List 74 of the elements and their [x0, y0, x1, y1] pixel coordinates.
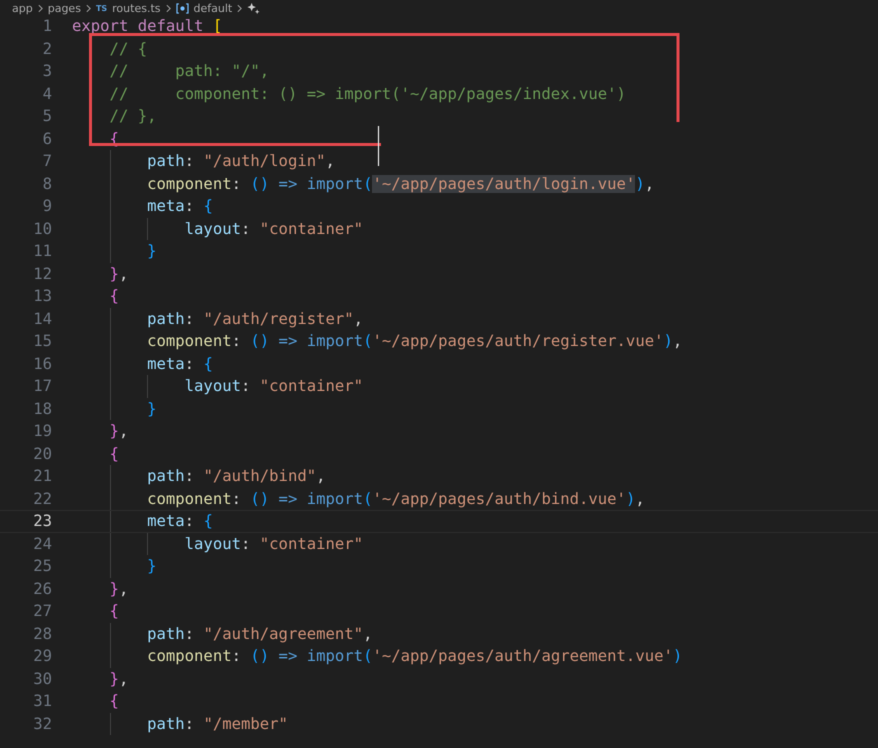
code-line: layout: "container"	[184, 534, 364, 552]
file-type-label: TS	[96, 4, 108, 12]
chevron-icon	[237, 4, 242, 12]
code-line: export default [	[72, 17, 222, 35]
sparkle-icon[interactable]	[247, 2, 260, 14]
code-line: // path: "/",	[108, 62, 270, 80]
code-line: // {	[108, 40, 148, 58]
line-number: 6	[42, 128, 52, 150]
line-number: 23	[32, 511, 52, 532]
code-line: },	[108, 670, 128, 688]
line-number: 5	[42, 106, 52, 127]
line-number: 11	[32, 241, 52, 262]
line-number: 15	[32, 331, 52, 352]
line-number: 29	[32, 646, 52, 667]
line-number: 22	[32, 488, 52, 510]
line-number: 1	[42, 16, 52, 37]
line-number: 19	[32, 421, 52, 442]
line-number: 21	[32, 466, 52, 487]
code-line: meta: {	[146, 197, 213, 215]
line-number: 8	[42, 174, 52, 194]
code-line: {	[108, 692, 119, 710]
code-line: // component: () => import('~/app/pages/index.vue')	[108, 84, 626, 102]
line-number: 20	[32, 444, 52, 464]
line-number: 2	[42, 38, 52, 60]
code-line: {	[108, 602, 119, 620]
code-line: component: () => import('~/app/pages/auth/agreement.vue')	[146, 647, 682, 665]
line-number: 17	[32, 376, 52, 397]
code-line: meta: {	[146, 354, 213, 372]
line-number: 16	[32, 354, 52, 374]
code-line: path: "/auth/login",	[146, 152, 335, 170]
code-line: path: "/auth/bind",	[146, 467, 326, 485]
cursor-icon	[377, 126, 380, 166]
line-number: 13	[32, 286, 52, 307]
code-line: },	[108, 422, 128, 440]
line-number: 12	[32, 264, 52, 284]
line-number: 25	[32, 556, 52, 577]
code-line: {	[108, 287, 119, 305]
code-line: component: () => import('~/app/pages/auth/bind.vue'),	[146, 490, 645, 508]
line-number: 14	[32, 308, 52, 330]
line-number: 3	[42, 61, 52, 82]
breadcrumb-item[interactable]: default	[194, 2, 232, 14]
symbol-icon	[176, 2, 188, 14]
line-number: 9	[42, 196, 52, 217]
line-number: 10	[32, 218, 52, 240]
code-line: meta: {	[146, 512, 213, 530]
chevron-icon	[166, 4, 170, 12]
line-number: 26	[32, 578, 52, 600]
code-line: layout: "container"	[184, 377, 364, 395]
chevron-icon	[86, 4, 91, 12]
breadcrumb-item[interactable]: app	[12, 2, 33, 14]
line-number: 4	[42, 84, 52, 104]
line-number: 18	[32, 398, 52, 420]
code-line: // },	[108, 107, 156, 125]
code-line: {	[108, 444, 119, 462]
line-number: 31	[32, 691, 52, 712]
line-number: 30	[32, 668, 52, 690]
chevron-icon	[38, 4, 43, 12]
line-number: 28	[32, 624, 52, 644]
breadcrumb-item[interactable]: routes.ts	[112, 2, 160, 14]
line-number: 32	[32, 714, 52, 734]
code-line: component: () => import('~/app/pages/auth/register.vue'),	[146, 332, 682, 350]
code-line: }	[146, 400, 156, 418]
code-line: path: "/member"	[146, 714, 288, 732]
code-line: },	[108, 580, 128, 598]
line-number: 7	[42, 151, 52, 172]
code-line: layout: "container"	[184, 220, 364, 238]
code-line: }	[146, 242, 156, 260]
code-line: path: "/auth/agreement",	[146, 624, 372, 642]
line-number: 24	[32, 534, 52, 554]
code-line: },	[108, 264, 128, 282]
code-line: path: "/auth/register",	[146, 310, 364, 328]
code-line: }	[146, 557, 156, 575]
breadcrumb-item[interactable]: pages	[48, 2, 81, 14]
line-number: 27	[32, 601, 52, 622]
